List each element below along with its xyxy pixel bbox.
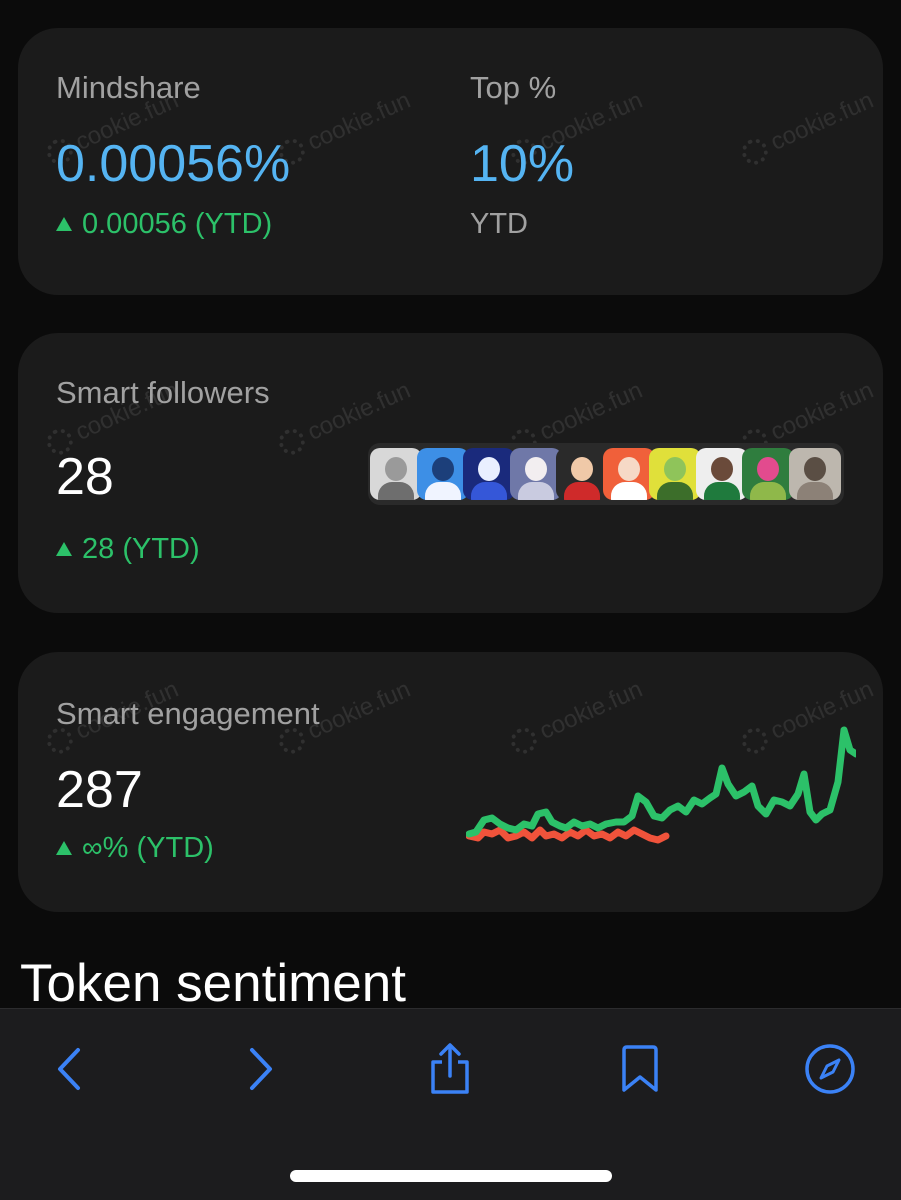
smart-followers-delta: 28 (YTD) (56, 533, 200, 566)
avatar-head (431, 457, 454, 481)
avatar-green-zombie[interactable] (649, 448, 701, 500)
top-percent-value: 10% (470, 135, 575, 193)
bookmark-icon (622, 1045, 658, 1092)
top-percent-period: YTD (470, 208, 528, 240)
avatar-sketch[interactable] (788, 448, 841, 500)
avatar-anime-white[interactable] (509, 448, 562, 500)
avatar-robot[interactable] (463, 448, 515, 500)
avatar-head (571, 457, 593, 481)
up-triangle-icon (56, 541, 72, 556)
smart-engagement-delta-text: ∞% (YTD) (82, 832, 214, 864)
home-indicator (290, 1170, 612, 1182)
avatar-body (796, 482, 833, 500)
engagement-sparkline (466, 726, 856, 844)
avatar-body (378, 482, 414, 500)
chevron-left-icon (58, 1048, 80, 1090)
back-button[interactable] (40, 1039, 100, 1099)
smart-followers-label: Smart followers (56, 375, 270, 410)
smart-engagement-card: cookie.fun cookie.fun cookie.fun cookie.… (18, 652, 883, 912)
mindshare-card: cookie.fun cookie.fun cookie.fun cookie.… (18, 28, 883, 295)
sparkline-negative-segment (466, 826, 670, 844)
avatar-orange-girl[interactable] (602, 448, 655, 500)
smart-followers-delta-text: 28 (YTD) (82, 533, 200, 565)
avatar-head (524, 457, 547, 481)
avatar-head (664, 457, 686, 481)
smart-followers-value: 28 (56, 448, 114, 506)
avatar-body (471, 482, 507, 500)
cookie-logo-icon (737, 134, 773, 169)
avatar-head (617, 457, 640, 481)
avatar-body (657, 482, 693, 500)
smart-engagement-value: 287 (56, 761, 143, 819)
avatar-body (564, 482, 600, 500)
page: cookie.fun cookie.fun cookie.fun cookie.… (0, 0, 901, 1200)
smart-followers-card: cookie.fun cookie.fun cookie.fun cookie.… (18, 333, 883, 613)
avatar-head (803, 457, 826, 481)
bookmarks-button[interactable] (610, 1039, 670, 1099)
mindshare-delta-text: 0.00056 (YTD) (82, 208, 273, 240)
mindshare-delta: 0.00056 (YTD) (56, 208, 272, 241)
smart-followers-avatars[interactable] (368, 443, 844, 505)
watermark: cookie.fun (274, 87, 415, 170)
avatar-green-cap[interactable] (695, 448, 748, 500)
token-sentiment-title: Token sentiment (20, 954, 406, 1013)
avatar-body (610, 482, 647, 500)
cookie-logo-icon (274, 424, 310, 459)
up-triangle-icon (56, 216, 72, 231)
avatar-body (703, 482, 740, 500)
share-button[interactable] (420, 1039, 480, 1099)
up-triangle-icon (56, 840, 72, 855)
avatar-statue[interactable] (370, 448, 422, 500)
smart-engagement-delta: ∞% (YTD) (56, 832, 214, 865)
avatar-body (517, 482, 554, 500)
mindshare-value: 0.00056% (56, 135, 291, 193)
compass-icon (805, 1044, 855, 1094)
avatar-body (424, 482, 461, 500)
watermark: cookie.fun (737, 87, 878, 170)
sparkline-positive-segment (466, 726, 856, 838)
avatar-head (385, 457, 407, 481)
safari-compass-button[interactable] (800, 1039, 860, 1099)
forward-button[interactable] (230, 1039, 290, 1099)
avatar-red-outfit[interactable] (556, 448, 608, 500)
avatar-head (757, 457, 779, 481)
avatar-body (750, 482, 786, 500)
top-percent-label: Top % (470, 70, 557, 105)
share-icon (431, 1043, 469, 1094)
avatar-frog[interactable] (742, 448, 794, 500)
smart-engagement-label: Smart engagement (56, 696, 320, 731)
mindshare-label: Mindshare (56, 70, 201, 105)
avatar-head (710, 457, 733, 481)
chevron-right-icon (250, 1048, 272, 1090)
avatar-penguin[interactable] (416, 448, 469, 500)
avatar-head (478, 457, 500, 481)
